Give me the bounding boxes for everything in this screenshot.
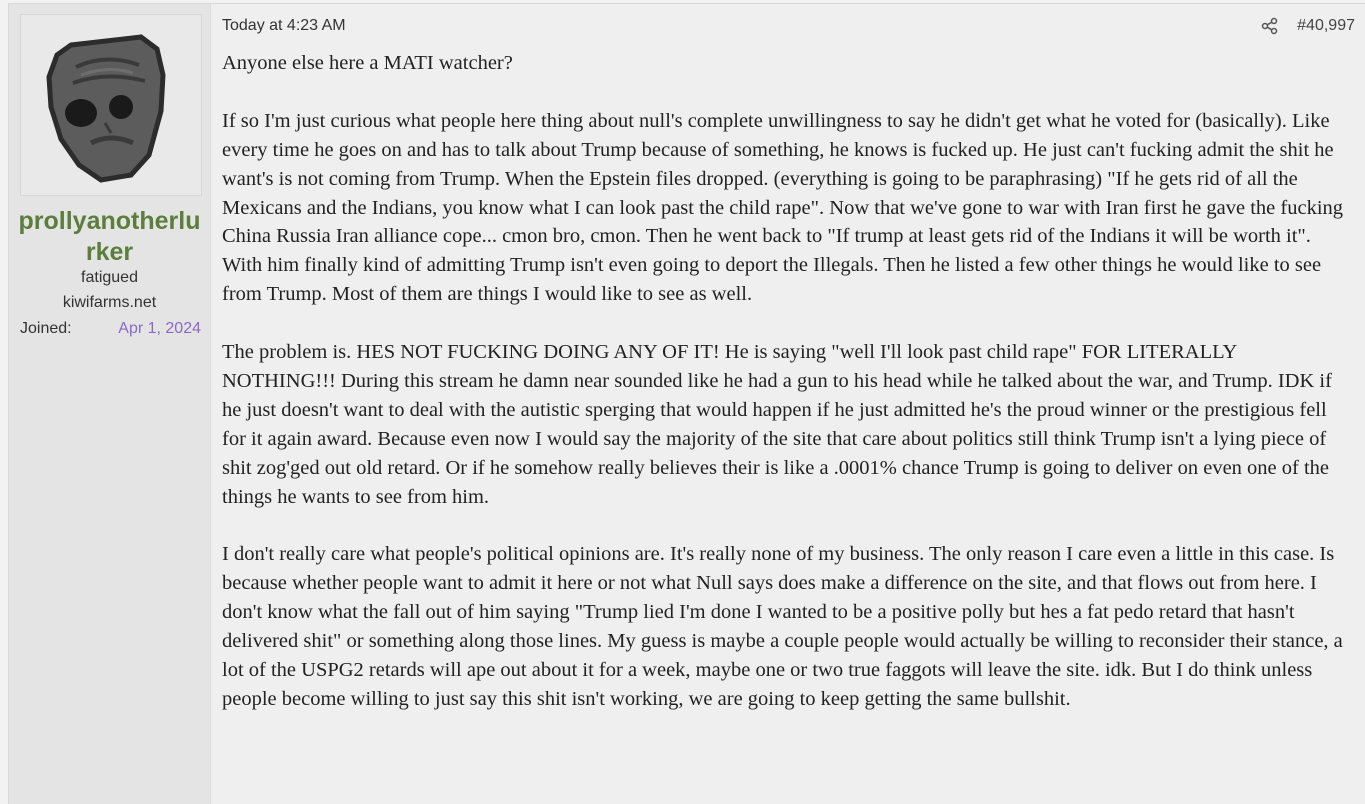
user-title: fatigued (81, 269, 138, 286)
username-link[interactable]: prollyanotherlurker (9, 206, 210, 268)
joined-date: Apr 1, 2024 (118, 320, 201, 337)
user-banner: kiwifarms.net (62, 294, 157, 311)
user-info-panel: prollyanotherlurker fatigued kiwifarms.n… (9, 4, 211, 804)
post-number-link[interactable]: #40,997 (1297, 17, 1355, 35)
post-main: Today at 4:23 AM #40,997 Anyone else her… (211, 4, 1365, 804)
avatar[interactable] (20, 14, 202, 196)
joined-row: Joined: Apr 1, 2024 (20, 320, 201, 338)
post-paragraph: If so I'm just curious what people here … (222, 109, 1344, 306)
post-paragraph: The problem is. HES NOT FUCKING DOING AN… (222, 341, 1332, 508)
post-paragraph: Anyone else here a MATI watcher? (222, 52, 513, 74)
joined-label: Joined: (20, 320, 72, 337)
post-body: Anyone else here a MATI watcher? If so I… (222, 49, 1355, 743)
share-icon[interactable] (1261, 17, 1279, 35)
post-container: prollyanotherlurker fatigued kiwifarms.n… (8, 3, 1365, 804)
gray-sad-face-avatar-icon (46, 34, 166, 183)
post-date-link[interactable]: Today at 4:23 AM (222, 17, 346, 35)
post-paragraph: I don't really care what people's politi… (222, 543, 1343, 710)
